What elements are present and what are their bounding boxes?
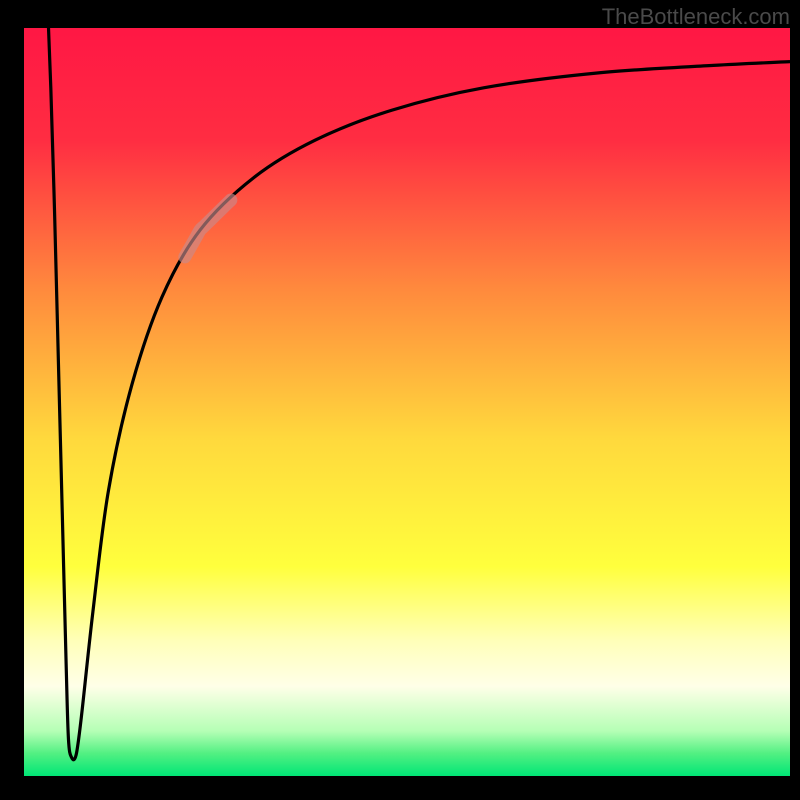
watermark-text: TheBottleneck.com (602, 4, 790, 30)
bottleneck-chart (0, 0, 800, 800)
plot-background (24, 28, 790, 776)
frame-bottom (0, 776, 800, 800)
chart-container: TheBottleneck.com (0, 0, 800, 800)
frame-left (0, 0, 24, 800)
frame-right (790, 0, 800, 800)
